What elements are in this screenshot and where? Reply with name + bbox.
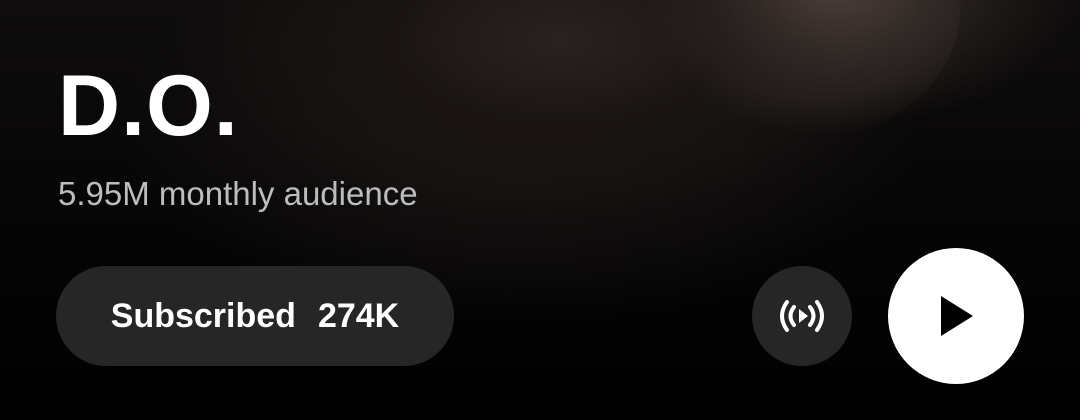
play-button[interactable] <box>888 248 1024 384</box>
artist-photo <box>640 0 960 140</box>
subscribe-label: Subscribed <box>110 296 296 335</box>
play-icon <box>936 294 976 338</box>
subscribe-button[interactable]: Subscribed 274K <box>56 266 454 366</box>
radio-broadcast-icon <box>775 296 829 336</box>
subscriber-count: 274K <box>317 296 400 335</box>
radio-button[interactable] <box>752 266 852 366</box>
artist-name: D.O. <box>58 58 239 154</box>
monthly-audience: 5.95M monthly audience <box>58 175 418 212</box>
